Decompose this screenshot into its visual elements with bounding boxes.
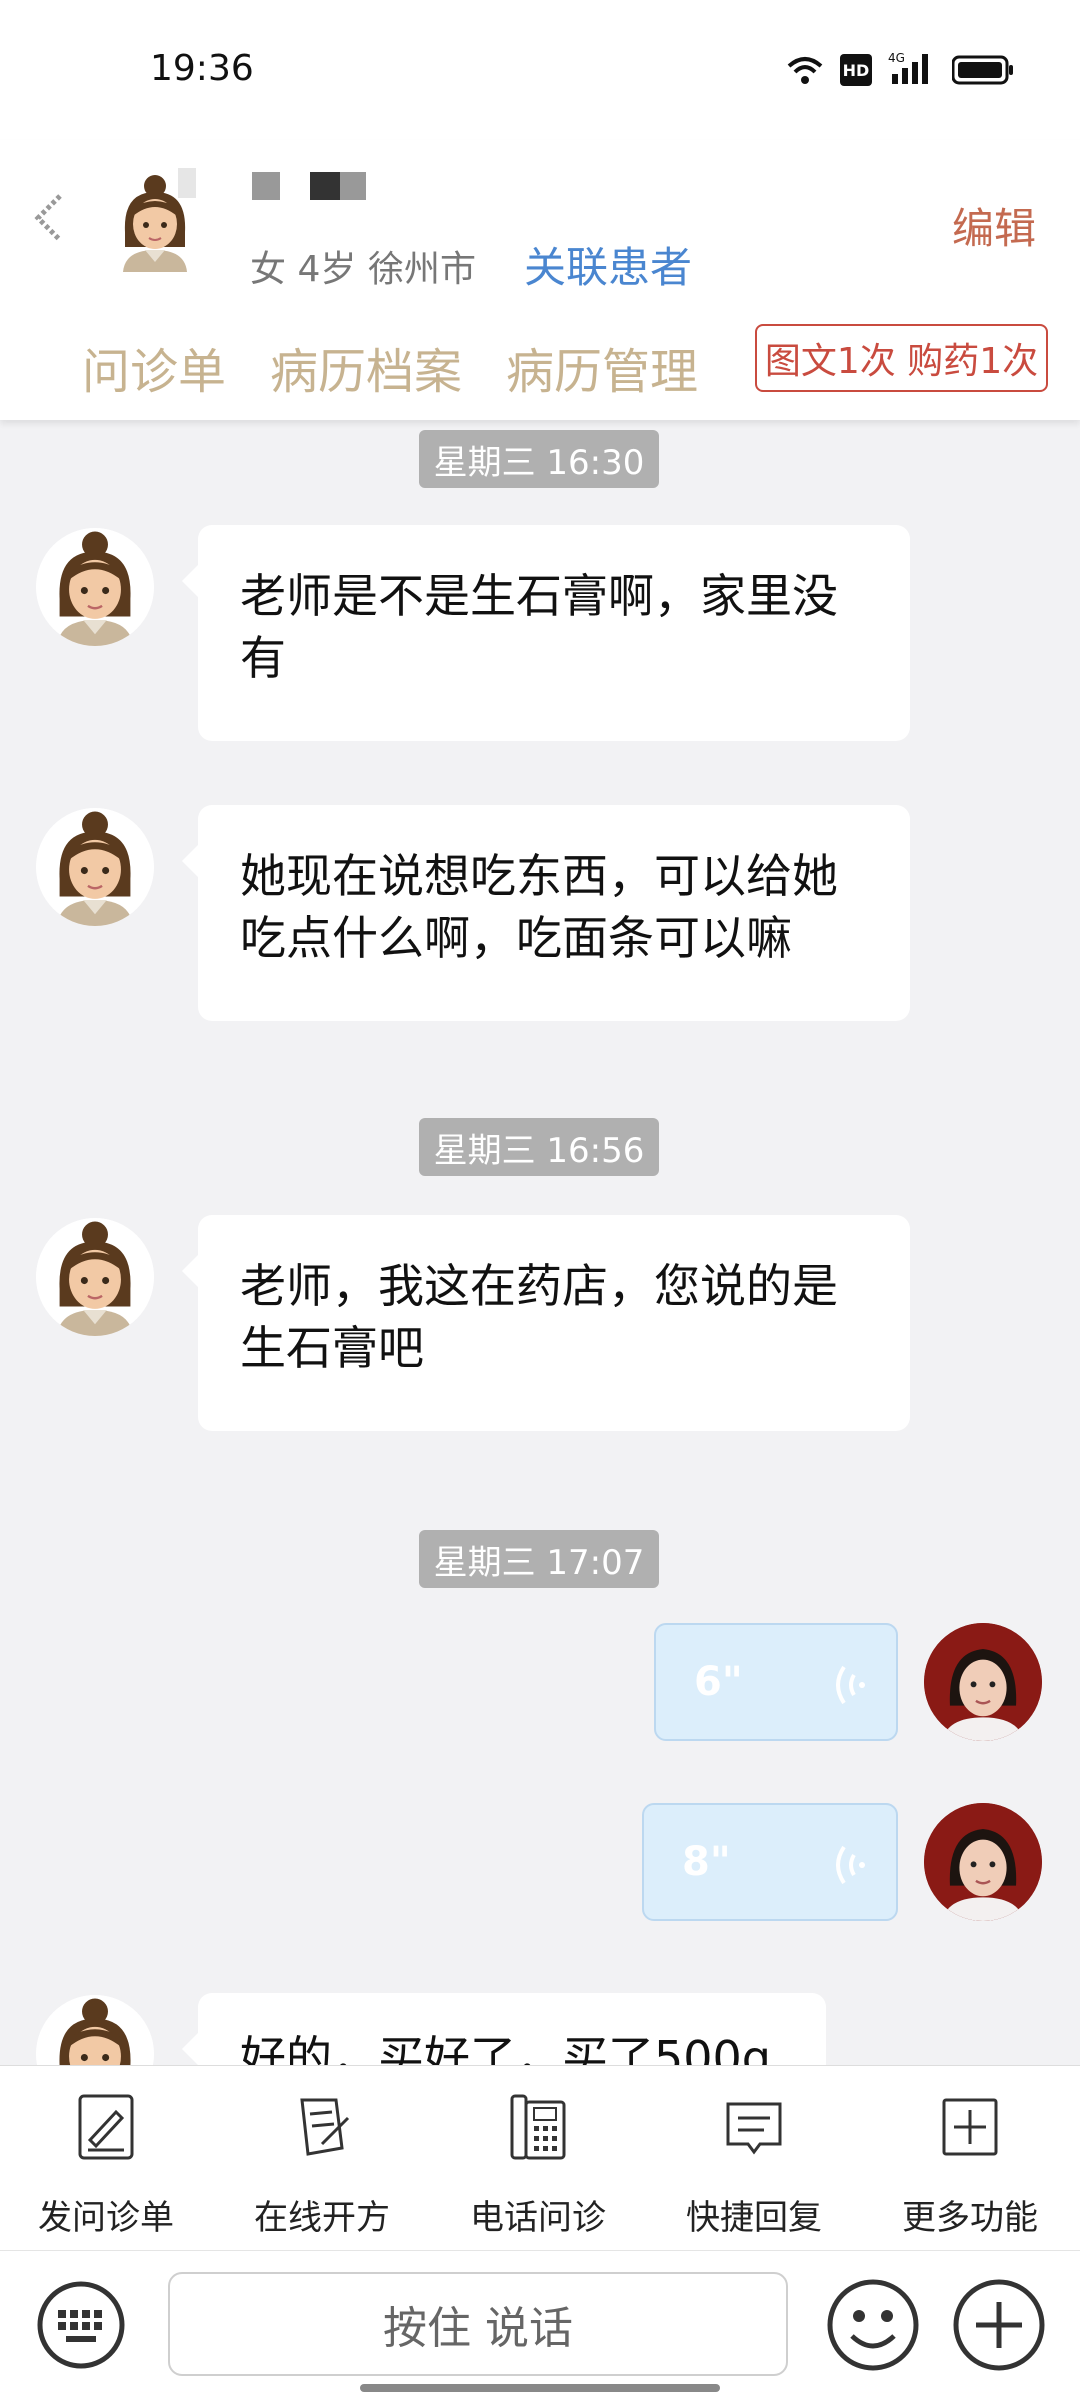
online-prescription-tool[interactable]: 在线开方 xyxy=(232,2092,412,2238)
tool-label: 发问诊单 xyxy=(38,2198,174,2238)
back-arrow-icon[interactable] xyxy=(30,190,70,246)
doctor-avatar[interactable] xyxy=(924,1623,1042,1741)
send-form-tool[interactable]: 发问诊单 xyxy=(16,2092,196,2238)
chat-timestamp: 星期三 16:56 xyxy=(419,1118,659,1176)
tool-label: 电话问诊 xyxy=(470,2198,606,2238)
chat-timestamp: 星期三 17:07 xyxy=(419,1530,659,1588)
service-count-badge[interactable]: 图文1次 购药1次 xyxy=(755,324,1048,392)
4g-signal-icon: 4G xyxy=(888,50,934,86)
message-bubble[interactable]: 老师是不是生石膏啊，家里没有 xyxy=(182,525,910,741)
more-plus-icon xyxy=(942,2098,998,2156)
more-functions-tool[interactable]: 更多功能 xyxy=(880,2092,1060,2238)
patient-avatar[interactable] xyxy=(36,808,154,926)
emoji-icon[interactable] xyxy=(826,2278,920,2372)
chat-timestamp: 星期三 16:30 xyxy=(419,430,659,488)
tab-consultation-form[interactable]: 问诊单 xyxy=(82,332,226,402)
message-bubble[interactable]: 老师，我这在药店，您说的是生石膏吧 xyxy=(182,1215,910,1431)
home-indicator[interactable] xyxy=(360,2384,720,2392)
voice-wave-icon xyxy=(836,1845,865,1885)
redacted-name-block xyxy=(310,172,340,200)
voice-message[interactable]: 8" xyxy=(642,1803,898,1921)
quick-reply-icon xyxy=(726,2102,782,2155)
redacted-name-block xyxy=(252,172,280,200)
prescription-icon xyxy=(300,2098,350,2156)
tool-label: 在线开方 xyxy=(254,2198,390,2238)
patient-avatar[interactable] xyxy=(36,1995,154,2065)
chat-area[interactable]: 星期三 16:30 老师是不是生石膏啊，家里没有 她现在说想吃东西，可以给她吃点… xyxy=(0,420,1080,2065)
status-time: 19:36 xyxy=(150,48,254,89)
patient-avatar[interactable] xyxy=(36,528,154,646)
phone-icon xyxy=(510,2094,566,2160)
message-bubble[interactable]: 好的，买好了，买了500g xyxy=(182,1993,826,2065)
voice-message[interactable]: 6" xyxy=(654,1623,898,1741)
voice-duration: 6" xyxy=(694,1659,743,1705)
edit-button[interactable]: 编辑 xyxy=(952,195,1036,256)
keyboard-icon[interactable] xyxy=(36,2280,126,2370)
hd-icon: HD xyxy=(840,54,872,86)
link-patient-button[interactable]: 关联患者 xyxy=(524,234,692,295)
svg-text:4G: 4G xyxy=(888,51,905,65)
clipped-message-row: 好的，买好了，买了500g xyxy=(0,1975,1080,2065)
doctor-avatar[interactable] xyxy=(924,1803,1042,1921)
tool-label: 快捷回复 xyxy=(686,2198,822,2238)
wifi-icon xyxy=(785,54,825,86)
battery-icon xyxy=(951,54,1014,86)
quick-reply-tool[interactable]: 快捷回复 xyxy=(664,2092,844,2238)
plus-icon[interactable] xyxy=(952,2278,1046,2372)
hold-to-talk-button[interactable]: 按住 说话 xyxy=(168,2272,788,2376)
tab-record-management[interactable]: 病历管理 xyxy=(506,332,698,402)
tab-medical-record[interactable]: 病历档案 xyxy=(270,332,462,402)
form-edit-icon xyxy=(78,2094,134,2160)
message-bubble[interactable]: 她现在说想吃东西，可以给她吃点什么啊，吃面条可以嘛 xyxy=(182,805,910,1021)
voice-wave-icon xyxy=(836,1665,865,1705)
patient-gender-age: 女 4岁 xyxy=(250,249,357,290)
patient-city: 徐州市 xyxy=(368,249,477,290)
patient-avatar[interactable] xyxy=(36,1218,154,1336)
redacted-name-block xyxy=(340,172,366,200)
tool-label: 更多功能 xyxy=(902,2198,1038,2238)
blurred-name-mark xyxy=(178,168,196,198)
phone-consult-tool[interactable]: 电话问诊 xyxy=(448,2092,628,2238)
voice-duration: 8" xyxy=(682,1839,731,1885)
